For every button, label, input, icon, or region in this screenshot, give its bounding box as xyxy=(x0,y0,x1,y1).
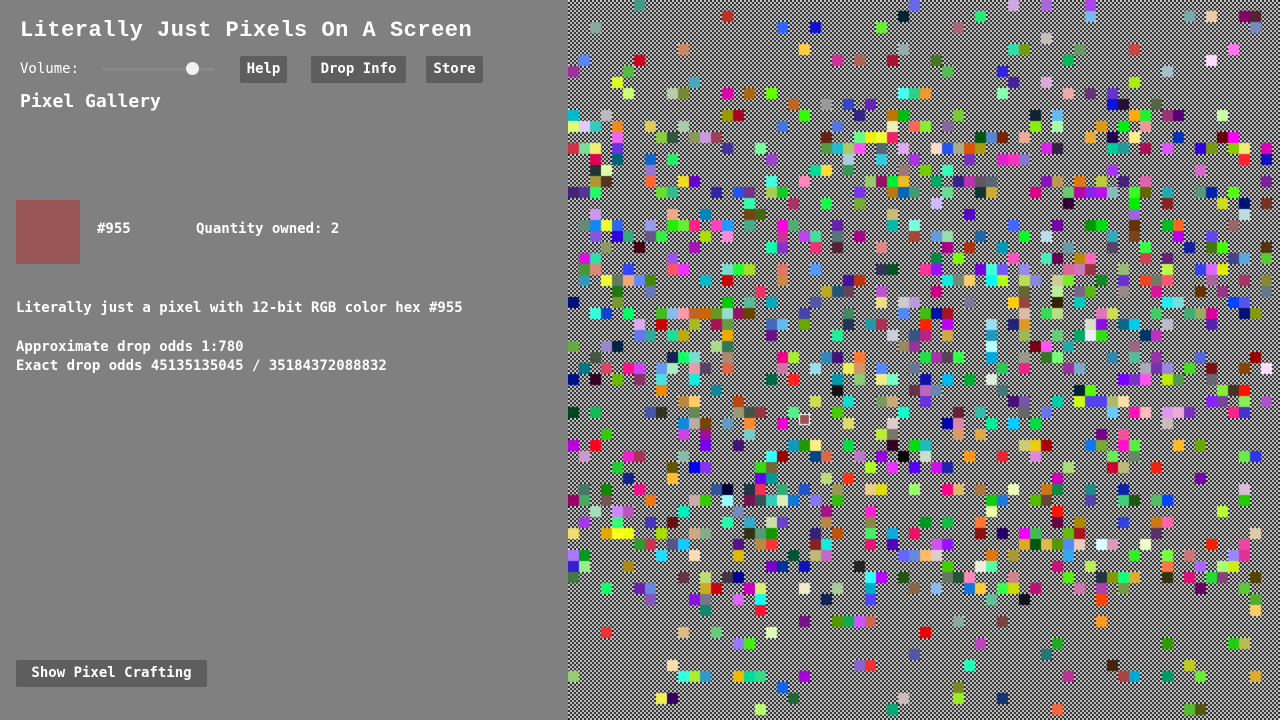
pixel-gallery-heading: Pixel Gallery xyxy=(20,91,161,112)
info-panel: Literally Just Pixels On A Screen Volume… xyxy=(0,0,568,720)
volume-thumb-icon[interactable] xyxy=(185,62,199,75)
volume-slider[interactable] xyxy=(102,62,214,76)
selected-pixel-swatch xyxy=(16,200,80,264)
game-page: Literally Just Pixels On A Screen Volume… xyxy=(0,0,1280,720)
app-title: Literally Just Pixels On A Screen xyxy=(20,18,473,43)
quantity-owned: Quantity owned: 2 xyxy=(196,221,340,237)
store-button[interactable]: Store xyxy=(426,56,483,83)
pixel-description: Literally just a pixel with 12-bit RGB c… xyxy=(16,300,463,316)
exact-drop-odds: Exact drop odds 45135135045 / 3518437208… xyxy=(16,358,387,374)
drop-info-button[interactable]: Drop Info xyxy=(311,56,406,83)
pixel-grid-canvas[interactable] xyxy=(568,0,1280,720)
volume-label: Volume: xyxy=(20,61,80,77)
selected-pixel-hex: #955 xyxy=(97,221,131,237)
show-pixel-crafting-button[interactable]: Show Pixel Crafting xyxy=(16,660,207,687)
pixel-grid-screen[interactable] xyxy=(568,0,1280,720)
toolbar: Volume: Help Drop Info Store xyxy=(20,56,560,83)
help-button[interactable]: Help xyxy=(240,56,287,83)
approximate-drop-odds: Approximate drop odds 1:780 xyxy=(16,339,244,355)
